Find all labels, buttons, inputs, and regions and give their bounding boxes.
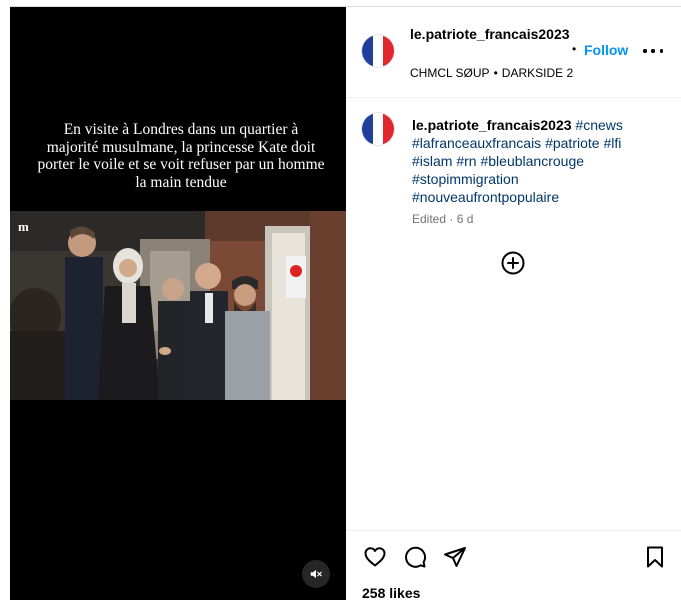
audio-track[interactable]: DARKSIDE 2 — [502, 66, 573, 80]
edited-label: Edited — [412, 212, 447, 226]
hashtag-link[interactable]: #patriote — [545, 135, 599, 151]
hashtag-link[interactable]: #bleublancrouge — [480, 153, 584, 169]
hashtag-link[interactable]: #rn — [456, 153, 476, 169]
video-frame-image: m — [10, 211, 346, 400]
caption-avatar[interactable] — [362, 113, 394, 145]
heart-icon[interactable] — [363, 545, 387, 569]
share-icon[interactable] — [443, 545, 467, 569]
header-separator: • — [572, 42, 577, 56]
hashtag-link[interactable]: #cnews — [575, 117, 622, 133]
add-circle-icon[interactable] — [501, 251, 525, 275]
bookmark-icon[interactable] — [643, 545, 667, 569]
likes-count[interactable]: 258 likes — [362, 585, 420, 601]
video-watermark: m — [18, 219, 29, 234]
meta-dot: · — [449, 212, 454, 226]
hashtag-link[interactable]: #stopimmigration — [412, 171, 519, 187]
follow-button[interactable]: Follow — [584, 42, 628, 58]
caption-username[interactable]: le.patriote_francais2023 — [412, 117, 572, 133]
video-overlay-text: En visite à Londres dans un quartier à m… — [37, 121, 325, 191]
mute-button[interactable] — [302, 560, 330, 588]
video-frame[interactable]: m — [10, 211, 346, 400]
speaker-muted-icon — [310, 569, 322, 579]
post-time[interactable]: 6 d — [457, 212, 474, 226]
hashtag-link[interactable]: #lafranceauxfrancais — [412, 135, 541, 151]
post-video[interactable]: En visite à Londres dans un quartier à m… — [10, 7, 346, 600]
post-details-panel — [346, 7, 681, 600]
audio-artist[interactable]: CHMCL SØUP — [410, 66, 490, 80]
header-divider — [346, 97, 681, 98]
audio-separator: • — [493, 66, 498, 80]
comment-icon[interactable] — [403, 545, 427, 569]
edited-meta: Edited · 6 d — [412, 212, 473, 226]
hashtag-link[interactable]: #islam — [412, 153, 452, 169]
actions-divider — [346, 530, 681, 531]
author-username[interactable]: le.patriote_francais2023 — [410, 25, 570, 43]
hashtag-link[interactable]: #nouveaufrontpopulaire — [412, 189, 559, 205]
hashtag-link[interactable]: #lfi — [603, 135, 621, 151]
author-avatar[interactable] — [362, 35, 394, 67]
audio-attribution[interactable]: CHMCL SØUP • DARKSIDE 2 — [410, 66, 577, 80]
post-caption: le.patriote_francais2023 #cnews #lafranc… — [412, 116, 652, 206]
more-options-icon[interactable] — [643, 42, 663, 60]
